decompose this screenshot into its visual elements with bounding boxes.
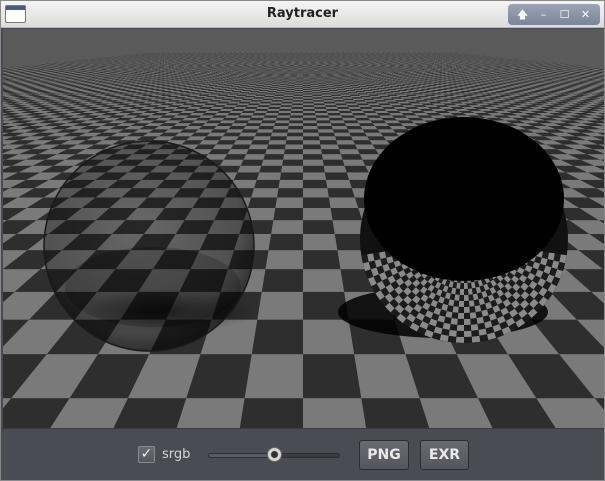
title-bar[interactable]: Raytracer 🡅 – ☐ ✕ — [1, 1, 604, 28]
slider-fill — [209, 454, 274, 457]
slider-handle[interactable] — [267, 447, 282, 462]
maximize-icon[interactable]: ☐ — [556, 6, 574, 23]
srgb-label[interactable]: srgb — [162, 447, 190, 462]
save-exr-button[interactable]: EXR — [420, 440, 469, 470]
up-arrow-icon[interactable]: 🡅 — [514, 6, 532, 23]
render-viewport — [3, 29, 604, 428]
glass-sphere — [43, 140, 255, 352]
mirror-sphere — [360, 117, 568, 343]
minimize-icon[interactable]: – — [535, 6, 553, 23]
window-controls: 🡅 – ☐ ✕ — [508, 4, 600, 25]
save-png-button[interactable]: PNG — [359, 440, 409, 470]
close-icon[interactable]: ✕ — [577, 6, 595, 23]
rendered-scene-image — [3, 29, 604, 428]
raytracer-window: Raytracer 🡅 – ☐ ✕ ✓ srgb PNG EXR — [0, 0, 605, 481]
control-bar: ✓ srgb PNG EXR — [1, 428, 604, 480]
srgb-checkbox[interactable]: ✓ — [138, 446, 155, 463]
